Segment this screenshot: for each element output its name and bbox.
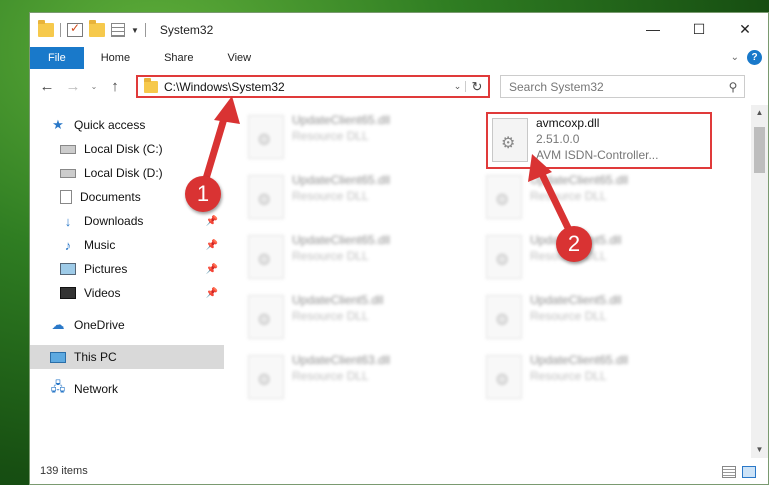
callout-arrow-2 <box>536 168 574 234</box>
callout-badge-2: 2 <box>556 226 592 262</box>
callout-arrow-1 <box>201 110 230 184</box>
callout-badge-1: 1 <box>185 176 221 212</box>
arrowhead-1 <box>214 96 240 124</box>
annotation-arrows <box>201 96 574 234</box>
